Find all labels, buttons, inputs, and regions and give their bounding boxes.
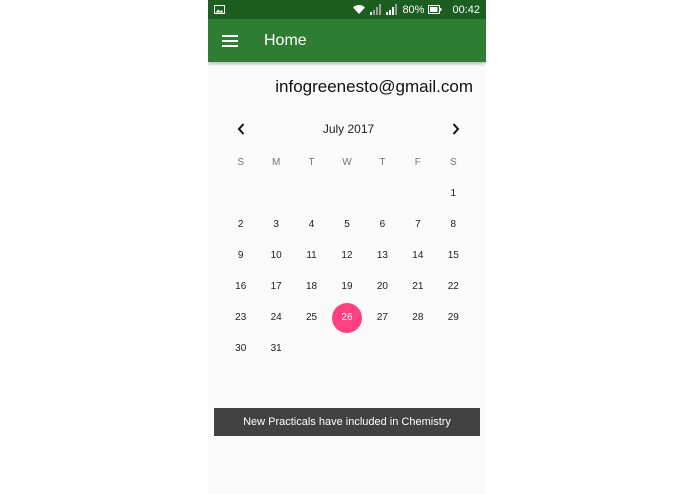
app-bar: Home [208,19,486,62]
calendar-day[interactable]: 11 [294,240,329,271]
calendar-day[interactable]: 24 [258,302,293,333]
calendar-day-number: 5 [344,219,350,230]
weekday-label: T [308,157,315,168]
signal-icon [386,4,398,15]
calendar-day[interactable]: 17 [258,271,293,302]
calendar-day-number: 7 [415,219,421,230]
calendar-day-number: 24 [270,312,282,323]
calendar-day[interactable]: 14 [400,240,435,271]
calendar-empty-cell [223,178,258,209]
calendar-day-number: 17 [270,281,282,292]
calendar-day-number: 9 [237,250,244,261]
calendar-day-number: 27 [376,312,388,323]
weekday-label: S [237,157,245,168]
calendar-day-number: 30 [235,343,247,354]
weekday-label: F [414,157,421,168]
calendar-day[interactable]: 13 [365,240,400,271]
calendar-day[interactable]: 1 [436,178,471,209]
calendar-day[interactable]: 16 [223,271,258,302]
wifi-icon [352,4,366,15]
calendar-day[interactable]: 20 [365,271,400,302]
calendar-day[interactable]: 10 [258,240,293,271]
calendar-day-number: 2 [237,219,244,230]
calendar-day-number: 8 [450,219,457,230]
phone-screen: 80% 00:42 Home infogreenesto@gmail.com J… [208,0,486,494]
calendar-day[interactable]: 2 [223,209,258,240]
calendar-day-number: 3 [273,219,279,230]
weekday-label: S [449,157,457,168]
calendar-empty-cell [365,178,400,209]
calendar-day[interactable]: 7 [400,209,435,240]
calendar-day-number: 12 [341,250,353,261]
calendar-day-number: 26 [341,312,353,323]
calendar-day-number: 28 [412,312,424,323]
status-clock: 00:42 [452,3,480,16]
calendar-day[interactable]: 22 [436,271,471,302]
calendar-day[interactable]: 27 [365,302,400,333]
user-email: infogreenesto@gmail.com [275,77,473,96]
calendar-empty-cell [400,178,435,209]
calendar-day-selected[interactable]: 26 [329,302,364,333]
snackbar-message: New Practicals have included in Chemistr… [243,416,451,428]
calendar-empty-cell [329,178,364,209]
calendar-empty-cell [294,178,329,209]
calendar-day-number: 23 [235,312,247,323]
weekday-label: T [379,157,386,168]
calendar-day-number: 25 [306,312,318,323]
calendar-day[interactable]: 5 [329,209,364,240]
calendar-day-number: 1 [450,188,457,199]
calendar-empty-cell [258,178,293,209]
calendar-day[interactable]: 8 [436,209,471,240]
calendar-day-number: 6 [379,219,386,230]
weekday-label: M [271,157,281,168]
calendar-day-number: 31 [270,343,282,354]
calendar-day-number: 15 [447,250,459,261]
calendar-day[interactable]: 12 [329,240,364,271]
calendar-day-number: 20 [376,281,388,292]
calendar-header: July 2017 [208,118,486,140]
calendar-day-number: 11 [306,250,317,261]
status-bar: 80% 00:42 [208,0,486,19]
calendar-day-number: 29 [447,312,459,323]
hamburger-menu-icon[interactable] [208,19,252,62]
battery-percent: 80% [402,3,425,16]
calendar-month-label: July 2017 [322,122,375,136]
calendar-day[interactable]: 9 [223,240,258,271]
calendar-day[interactable]: 29 [436,302,471,333]
calendar-day-number: 16 [235,281,247,292]
battery-icon [428,5,442,14]
weekday-header-row: S M T W T F S [223,157,471,168]
chevron-right-icon[interactable] [448,121,464,137]
calendar-day[interactable]: 28 [400,302,435,333]
calendar-day-number: 19 [341,281,353,292]
calendar-day[interactable]: 4 [294,209,329,240]
calendar-day-grid: 1 2 3 4 5 6 7 8 9 10 11 12 13 14 15 16 17 18 19 20 21 22 23 24 2… [223,178,471,364]
calendar-day[interactable]: 30 [223,333,258,364]
calendar-day[interactable]: 6 [365,209,400,240]
calendar-day[interactable]: 31 [258,333,293,364]
calendar-day[interactable]: 19 [329,271,364,302]
calendar-day-number: 10 [270,250,282,261]
calendar-day[interactable]: 3 [258,209,293,240]
calendar-day-number: 21 [412,281,424,292]
calendar-day[interactable]: 21 [400,271,435,302]
calendar-day-number: 22 [447,281,459,292]
weekday-label: W [342,157,352,168]
calendar-day-number: 4 [308,219,315,230]
signal-icon [370,4,382,15]
calendar-day[interactable]: 25 [294,302,329,333]
image-icon [214,5,225,14]
page-title: Home [264,31,307,49]
calendar-day-number: 13 [376,250,388,261]
calendar-day[interactable]: 15 [436,240,471,271]
snackbar: New Practicals have included in Chemistr… [214,408,480,436]
chevron-left-icon[interactable] [233,121,249,137]
calendar-day-number: 18 [306,281,318,292]
calendar-day[interactable]: 23 [223,302,258,333]
calendar-day[interactable]: 18 [294,271,329,302]
calendar-day-number: 14 [412,250,424,261]
